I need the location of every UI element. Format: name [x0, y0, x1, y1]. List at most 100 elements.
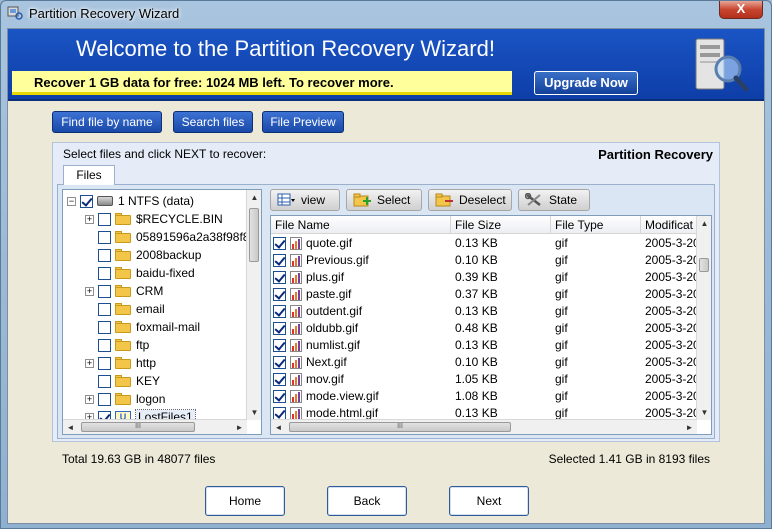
- file-checkbox[interactable]: [273, 237, 286, 250]
- file-checkbox[interactable]: [273, 254, 286, 267]
- upgrade-now-button[interactable]: Upgrade Now: [534, 71, 638, 95]
- tree-item[interactable]: + http: [85, 354, 156, 372]
- file-name-cell: mov.gif: [273, 371, 451, 388]
- file-checkbox[interactable]: [273, 373, 286, 386]
- deselect-button[interactable]: Deselect: [428, 189, 512, 211]
- tree-item[interactable]: baidu-fixed: [85, 264, 195, 282]
- find-file-by-name-button[interactable]: Find file by name: [52, 111, 162, 133]
- tree-item-checkbox[interactable]: [98, 212, 111, 226]
- table-row[interactable]: Next.gif 0.10 KB gif 2005-3-20: [271, 354, 697, 371]
- next-button[interactable]: Next: [449, 486, 529, 516]
- tree-item-checkbox[interactable]: [98, 284, 111, 298]
- list-horizontal-scrollbar[interactable]: ◄ III ►: [271, 419, 697, 434]
- tree-item-label: KEY: [136, 374, 161, 388]
- home-button[interactable]: Home: [205, 486, 285, 516]
- tree-item[interactable]: 05891596a2a38f98f8: [85, 228, 247, 246]
- tree-item[interactable]: 2008backup: [85, 246, 201, 264]
- table-row[interactable]: outdent.gif 0.13 KB gif 2005-3-20: [271, 303, 697, 320]
- column-header-modified[interactable]: Modificat: [641, 216, 697, 234]
- table-row[interactable]: mov.gif 1.05 KB gif 2005-3-20: [271, 371, 697, 388]
- list-scroll-left-arrow[interactable]: ◄: [271, 420, 286, 434]
- select-button[interactable]: Select: [346, 189, 422, 211]
- state-button-label: State: [549, 193, 578, 207]
- back-button[interactable]: Back: [327, 486, 407, 516]
- search-files-button[interactable]: Search files: [173, 111, 253, 133]
- list-hscroll-thumb[interactable]: III: [289, 422, 511, 432]
- file-list[interactable]: File Name File Size File Type Modificat …: [270, 215, 712, 435]
- file-type-cell: gif: [555, 355, 568, 369]
- file-name-cell: Next.gif: [273, 354, 451, 371]
- tree-item-checkbox[interactable]: [98, 230, 111, 244]
- tree-item[interactable]: + CRM: [85, 282, 163, 300]
- tree-item-checkbox[interactable]: [98, 248, 111, 262]
- file-modified-cell: 2005-3-20: [645, 355, 697, 369]
- table-row[interactable]: oldubb.gif 0.48 KB gif 2005-3-20: [271, 320, 697, 337]
- table-row[interactable]: mode.view.gif 1.08 KB gif 2005-3-20: [271, 388, 697, 405]
- file-checkbox[interactable]: [273, 305, 286, 318]
- expand-icon[interactable]: +: [85, 214, 94, 224]
- tab-files[interactable]: Files: [63, 165, 115, 185]
- list-vertical-scrollbar[interactable]: ▲ ▼: [696, 216, 711, 420]
- title-bar[interactable]: Partition Recovery Wizard X: [1, 1, 771, 27]
- list-scroll-down-arrow[interactable]: ▼: [697, 405, 711, 420]
- state-button[interactable]: State: [518, 189, 590, 211]
- file-type-cell: gif: [555, 304, 568, 318]
- tree-scroll-thumb[interactable]: [249, 208, 259, 262]
- table-row[interactable]: paste.gif 0.37 KB gif 2005-3-20: [271, 286, 697, 303]
- file-checkbox[interactable]: [273, 339, 286, 352]
- tree-item-checkbox[interactable]: [98, 302, 111, 316]
- file-checkbox[interactable]: [273, 356, 286, 369]
- folder-tree[interactable]: − 1 NTFS (data) + $RECYCLE.BIN 05891596a2a38…: [62, 189, 262, 435]
- tree-item[interactable]: + $RECYCLE.BIN: [85, 210, 223, 228]
- tree-item-checkbox[interactable]: [98, 320, 111, 334]
- tree-item[interactable]: + logon: [85, 390, 165, 408]
- file-modified-cell: 2005-3-20: [645, 338, 697, 352]
- file-size-cell: 1.08 KB: [455, 389, 498, 403]
- file-name-text: plus.gif: [306, 270, 345, 284]
- expand-icon[interactable]: +: [85, 394, 94, 404]
- table-row[interactable]: Previous.gif 0.10 KB gif 2005-3-20: [271, 252, 697, 269]
- tree-scroll-up-arrow[interactable]: ▲: [247, 190, 261, 205]
- list-scroll-up-arrow[interactable]: ▲: [697, 216, 711, 231]
- folder-icon: [115, 249, 131, 261]
- tree-scroll-down-arrow[interactable]: ▼: [247, 405, 261, 420]
- tree-item-checkbox[interactable]: [80, 194, 93, 208]
- expand-icon[interactable]: +: [85, 358, 94, 368]
- tree-item[interactable]: email: [85, 300, 165, 318]
- collapse-icon[interactable]: −: [67, 196, 76, 206]
- tree-scroll-right-arrow[interactable]: ►: [232, 420, 247, 434]
- list-scroll-right-arrow[interactable]: ►: [682, 420, 697, 434]
- view-button[interactable]: view: [270, 189, 340, 211]
- tree-item[interactable]: − 1 NTFS (data): [67, 192, 194, 210]
- tree-horizontal-scrollbar[interactable]: ◄ III ►: [63, 419, 247, 434]
- list-scroll-thumb[interactable]: [699, 258, 709, 272]
- folder-icon: [115, 285, 131, 297]
- tree-item[interactable]: ftp: [85, 336, 149, 354]
- tree-item-checkbox[interactable]: [98, 356, 111, 370]
- file-checkbox[interactable]: [273, 390, 286, 403]
- table-row[interactable]: plus.gif 0.39 KB gif 2005-3-20: [271, 269, 697, 286]
- tree-item-checkbox[interactable]: [98, 374, 111, 388]
- expand-icon[interactable]: +: [85, 286, 94, 296]
- tree-item[interactable]: foxmail-mail: [85, 318, 200, 336]
- tree-item[interactable]: KEY: [85, 372, 160, 390]
- file-checkbox[interactable]: [273, 322, 286, 335]
- column-header-file-size[interactable]: File Size: [451, 216, 551, 234]
- tree-item-checkbox[interactable]: [98, 338, 111, 352]
- table-row[interactable]: quote.gif 0.13 KB gif 2005-3-20: [271, 235, 697, 252]
- tree-item-checkbox[interactable]: [98, 266, 111, 280]
- column-header-file-type[interactable]: File Type: [551, 216, 641, 234]
- file-checkbox[interactable]: [273, 271, 286, 284]
- tree-vertical-scrollbar[interactable]: ▲ ▼: [246, 190, 261, 420]
- view-button-label: view: [301, 193, 326, 207]
- close-button[interactable]: X: [719, 1, 763, 19]
- column-header-file-name[interactable]: File Name: [271, 216, 451, 234]
- file-checkbox[interactable]: [273, 288, 286, 301]
- file-preview-button[interactable]: File Preview: [262, 111, 344, 133]
- table-row[interactable]: numlist.gif 0.13 KB gif 2005-3-20: [271, 337, 697, 354]
- tree-item-checkbox[interactable]: [98, 392, 111, 406]
- tree-hscroll-thumb[interactable]: III: [81, 422, 195, 432]
- tree-scroll-left-arrow[interactable]: ◄: [63, 420, 78, 434]
- folder-add-icon: [353, 193, 371, 207]
